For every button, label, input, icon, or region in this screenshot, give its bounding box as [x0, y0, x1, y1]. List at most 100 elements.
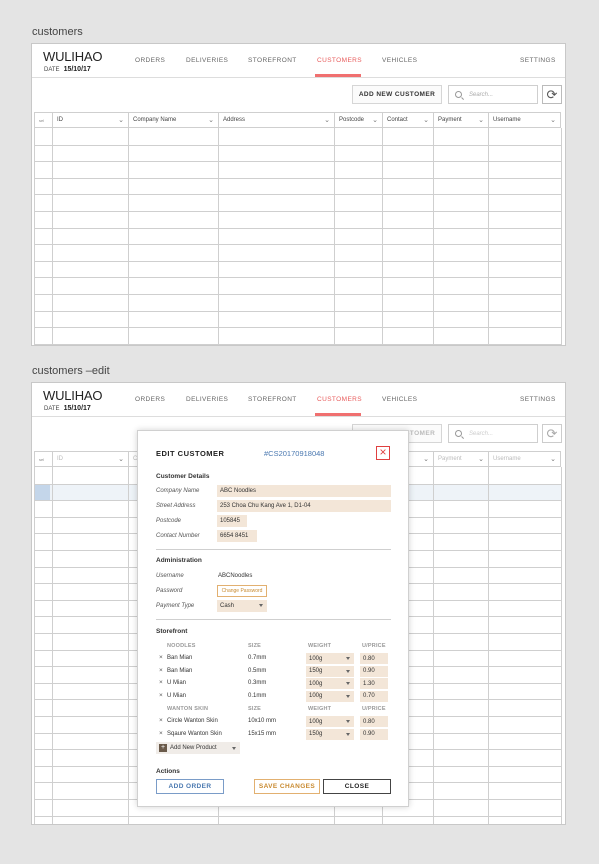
table-row[interactable] [34, 227, 561, 229]
nav-vehicles[interactable]: VEHICLES [382, 57, 417, 64]
product-size: 0.7mm [248, 655, 267, 661]
customers-window: WULIHAO DATE 15/10/17 ORDERS DELIVERIES S… [31, 43, 566, 346]
table-row[interactable] [34, 177, 561, 179]
nav-orders[interactable]: ORDERS [135, 57, 165, 64]
save-changes-button[interactable]: SAVE CHANGES [254, 779, 320, 794]
product-name: Ban Mian [167, 667, 193, 674]
actions-heading: Actions [156, 768, 180, 775]
weight-select[interactable]: 150g [306, 728, 354, 740]
screen-label: customers –edit [32, 365, 110, 377]
table-row[interactable] [34, 194, 561, 196]
table-row[interactable] [34, 244, 561, 246]
remove-item-icon[interactable]: × [159, 654, 163, 661]
row-select-marker[interactable] [34, 483, 50, 500]
table-row[interactable] [34, 294, 561, 295]
column-header[interactable]: ID ⌄ [52, 451, 128, 467]
nav-storefront[interactable]: STOREFRONT [248, 57, 297, 64]
table-row[interactable] [34, 277, 561, 279]
table-row[interactable] [34, 211, 561, 212]
column-header[interactable]: Username ⌄ [488, 112, 561, 128]
remove-item-icon[interactable]: × [159, 667, 163, 674]
nav-customers[interactable]: CUSTOMERS [317, 57, 362, 64]
nav-vehicles[interactable]: VEHICLES [382, 396, 417, 403]
nav-customers[interactable]: CUSTOMERS [317, 396, 362, 403]
table-row[interactable] [34, 144, 561, 146]
column-header[interactable]: Payment ⌄ [433, 451, 488, 467]
column-header[interactable]: Address⌄ [218, 112, 334, 128]
add-order-button[interactable]: ADD ORDER [156, 779, 224, 794]
close-icon[interactable]: × [376, 446, 390, 460]
refresh-icon[interactable]: ⟳ [542, 85, 562, 104]
table-row[interactable] [34, 310, 561, 312]
unit-price-field[interactable]: 1.30 [360, 678, 388, 689]
nav-deliveries[interactable]: DELIVERIES [186, 396, 228, 403]
nav-settings[interactable]: SETTINGS [520, 57, 556, 64]
unit-price-field[interactable]: 0.70 [360, 690, 388, 702]
column-divider [488, 128, 489, 345]
table-row[interactable] [34, 260, 561, 262]
column-divider [561, 467, 562, 824]
payment-type-select[interactable]: Cash [217, 600, 267, 612]
table-row[interactable] [34, 343, 561, 345]
column-header[interactable]: Contact⌄ [382, 112, 433, 128]
unit-price-field[interactable]: 0.90 [360, 728, 388, 740]
change-password-button[interactable]: Change Password [217, 585, 267, 597]
search-input[interactable]: Search... [448, 424, 538, 443]
product-name: Circle Wanton Skin [167, 718, 218, 724]
unit-price-field[interactable]: 0.80 [360, 653, 388, 664]
weight-select[interactable]: 100g [306, 716, 354, 727]
remove-item-icon[interactable]: × [159, 730, 163, 737]
search-input[interactable]: Search... [448, 85, 538, 104]
table-row[interactable] [34, 327, 561, 329]
weight-select[interactable]: 100g [306, 653, 354, 664]
table-row[interactable] [34, 161, 561, 163]
storefront-heading: Storefront [156, 628, 188, 635]
column-header[interactable]: Postcode⌄ [334, 112, 382, 128]
chevron-down-icon: ⌄ [208, 117, 214, 124]
username-label: Username [156, 573, 184, 579]
company-name-field[interactable]: ABC Noodles [217, 485, 391, 497]
add-new-customer-button[interactable]: ADD NEW CUSTOMER [352, 85, 442, 104]
nav-storefront[interactable]: STOREFRONT [248, 396, 297, 403]
add-new-product-button[interactable]: + Add New Product [156, 742, 240, 754]
remove-item-icon[interactable]: × [159, 717, 163, 724]
column-header[interactable]: ID ⌄ [52, 112, 128, 128]
unit-price-field[interactable]: 0.80 [360, 716, 388, 727]
contact-number-field[interactable]: 6654 8451 [217, 530, 257, 542]
refresh-icon[interactable]: ⟳ [542, 424, 562, 443]
table-row[interactable] [34, 815, 561, 817]
weight-select[interactable]: 150g [306, 665, 354, 677]
nav-deliveries[interactable]: DELIVERIES [186, 57, 228, 64]
select-all-header[interactable]: sel [34, 112, 52, 128]
modal-title: EDIT CUSTOMER [156, 449, 225, 458]
column-header[interactable]: Company Name⌄ [128, 112, 218, 128]
close-button[interactable]: CLOSE [323, 779, 391, 794]
column-header[interactable]: Payment ⌄ [433, 112, 488, 128]
divider [156, 549, 391, 550]
column-header[interactable]: Username ⌄ [488, 451, 561, 467]
price-column-header: U/PRICE [362, 643, 386, 649]
administration-heading: Administration [156, 557, 202, 564]
password-label: Password [156, 588, 183, 594]
weight-select[interactable]: 100g [306, 690, 354, 702]
postcode-field[interactable]: 105845 [217, 515, 247, 527]
weight-select[interactable]: 100g [306, 678, 354, 689]
nav-orders[interactable]: ORDERS [135, 396, 165, 403]
column-divider [34, 128, 35, 345]
unit-price-field[interactable]: 0.90 [360, 665, 388, 677]
nav-settings[interactable]: SETTINGS [520, 396, 556, 403]
remove-item-icon[interactable]: × [159, 679, 163, 686]
column-divider [52, 467, 53, 824]
top-bar: WULIHAO DATE 15/10/17 ORDERS DELIVERIES S… [32, 383, 565, 417]
chevron-down-icon: ⌄ [478, 117, 484, 124]
select-all-header[interactable]: sel [34, 451, 52, 467]
chevron-down-icon [346, 657, 350, 660]
column-divider [561, 128, 562, 345]
chevron-down-icon [346, 694, 350, 698]
column-divider [488, 467, 489, 824]
remove-item-icon[interactable]: × [159, 692, 163, 699]
street-address-field[interactable]: 253 Choa Chu Kang Ave 1, D1-04 [217, 500, 391, 512]
divider [156, 619, 391, 620]
customer-details-heading: Customer Details [156, 473, 210, 480]
column-divider [382, 128, 383, 345]
